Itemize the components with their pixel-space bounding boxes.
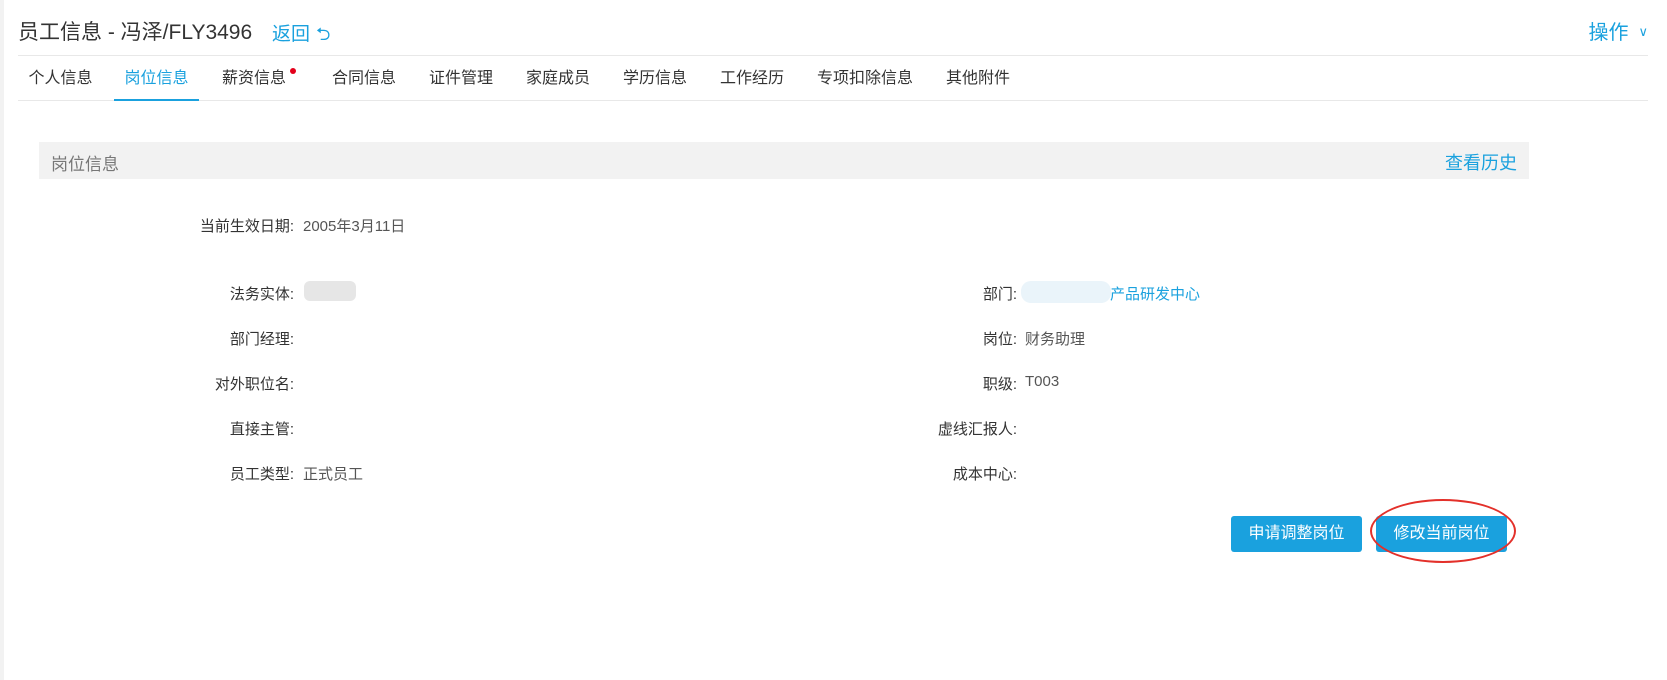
- tab-label: 工作经历: [720, 70, 785, 87]
- external-title-label: 对外职位名:: [214, 376, 294, 393]
- department-manager-label: 部门经理:: [229, 331, 294, 348]
- tab-label: 证件管理: [429, 70, 494, 87]
- tab-personal-info[interactable]: 个人信息: [18, 58, 103, 101]
- tab-work-experience[interactable]: 工作经历: [720, 58, 784, 101]
- department-value-link[interactable]: 产品研发中心: [1110, 283, 1200, 304]
- tab-label: 专项扣除信息: [817, 70, 914, 87]
- page-title: 员工信息 - 冯泽/FLY3496: [18, 21, 253, 44]
- direct-supervisor-label: 直接主管:: [229, 421, 294, 438]
- page-header: 员工信息 - 冯泽/FLY3496 返回 ⮌ 操作 ∨: [18, 14, 1648, 56]
- return-icon: ⮌: [316, 24, 331, 44]
- tab-education-info[interactable]: 学历信息: [623, 58, 687, 101]
- tab-other-attachments[interactable]: 其他附件: [946, 58, 1010, 101]
- redacted-legal-entity-value: [304, 281, 356, 301]
- tab-certificate-management[interactable]: 证件管理: [429, 58, 493, 101]
- job-level-label: 职级:: [982, 376, 1017, 393]
- legal-entity-label: 法务实体:: [229, 286, 294, 303]
- cost-center-label: 成本中心:: [952, 466, 1017, 483]
- operations-dropdown[interactable]: 操作 ∨: [1588, 16, 1648, 45]
- left-edge-strip: [0, 0, 4, 680]
- chevron-down-icon: ∨: [1638, 24, 1648, 39]
- department-label: 部门:: [982, 286, 1017, 303]
- tab-label: 家庭成员: [526, 70, 591, 87]
- employee-type-value: 正式员工: [303, 466, 364, 483]
- tab-label: 学历信息: [623, 70, 688, 87]
- tab-special-deductions[interactable]: 专项扣除信息: [817, 58, 913, 101]
- apply-adjust-position-button[interactable]: 申请调整岗位: [1231, 516, 1362, 552]
- job-level-value: T003: [1025, 373, 1060, 390]
- position-label: 岗位:: [982, 331, 1017, 348]
- back-link-label: 返回: [272, 24, 311, 45]
- tab-contract-info[interactable]: 合同信息: [332, 58, 396, 101]
- modify-current-position-button[interactable]: 修改当前岗位: [1376, 516, 1507, 552]
- section-title: 岗位信息: [51, 155, 119, 174]
- tab-label: 合同信息: [332, 70, 397, 87]
- back-link[interactable]: 返回 ⮌: [272, 19, 330, 52]
- operations-label: 操作: [1588, 22, 1629, 44]
- dotted-line-manager-label: 虚线汇报人:: [937, 421, 1017, 438]
- tab-salary-info[interactable]: 薪资信息: [222, 58, 296, 101]
- section-header: 岗位信息 查看历史: [39, 142, 1529, 179]
- tab-label: 个人信息: [28, 70, 93, 87]
- effective-date-label: 当前生效日期:: [199, 218, 294, 235]
- tab-label: 岗位信息: [124, 70, 189, 87]
- tab-bar: 个人信息 岗位信息 薪资信息 合同信息 证件管理 家庭成员 学历信息 工作经历 …: [18, 58, 1648, 101]
- tab-label: 其他附件: [946, 70, 1011, 87]
- redacted-department-path: [1021, 281, 1111, 303]
- tab-family-members[interactable]: 家庭成员: [526, 58, 590, 101]
- notification-dot-icon: [290, 68, 296, 74]
- tab-label: 薪资信息: [222, 70, 287, 87]
- employee-type-label: 员工类型:: [229, 466, 294, 483]
- effective-date-value: 2005年3月11日: [303, 218, 406, 235]
- position-value: 财务助理: [1025, 331, 1086, 348]
- tab-position-info[interactable]: 岗位信息: [114, 58, 199, 101]
- view-history-link[interactable]: 查看历史: [1445, 149, 1517, 175]
